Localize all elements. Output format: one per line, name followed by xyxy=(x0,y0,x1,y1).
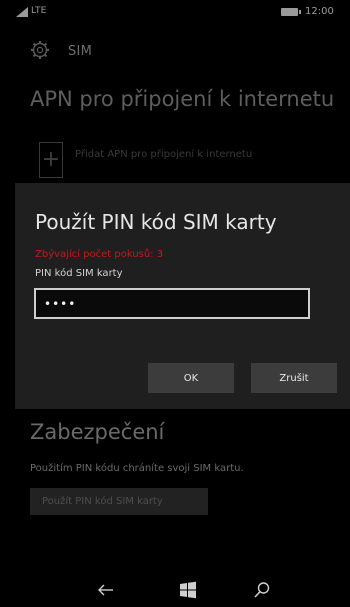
sim-pin-dialog: Použít PIN kód SIM karty Zbývající počet… xyxy=(15,183,350,409)
cancel-button[interactable]: Zrušit xyxy=(251,363,337,393)
navigation-bar xyxy=(0,567,350,607)
gear-icon xyxy=(31,41,49,59)
security-description: Použitím PIN kódu chráníte svoji SIM kar… xyxy=(30,463,244,474)
plus-icon: + xyxy=(39,142,63,178)
remaining-attempts-warning: Zbývající počet pokusů: 3 xyxy=(35,249,164,260)
page-title: SIM xyxy=(68,44,93,59)
signal-strength-icon xyxy=(16,7,28,17)
search-icon[interactable] xyxy=(253,581,271,599)
security-section-heading: Zabezpečení xyxy=(30,420,165,444)
use-sim-pin-button[interactable]: Použít PIN kód SIM karty xyxy=(30,488,208,515)
sim-settings-screen: LTE 12:00 SIM APN pro připojení k intern… xyxy=(0,0,350,607)
apn-section-heading: APN pro připojení k internetu xyxy=(30,87,335,111)
dialog-title: Použít PIN kód SIM karty xyxy=(35,210,277,234)
status-bar: LTE 12:00 xyxy=(0,0,350,24)
add-apn-button[interactable]: + Přidat APN pro připojení k internetu xyxy=(30,142,330,178)
battery-icon xyxy=(281,8,301,16)
pin-field-label: PIN kód SIM karty xyxy=(35,268,123,279)
pin-input[interactable] xyxy=(34,288,310,319)
back-arrow-icon[interactable] xyxy=(97,581,115,599)
windows-start-icon[interactable] xyxy=(179,581,197,599)
status-clock: 12:00 xyxy=(305,6,334,17)
network-type-label: LTE xyxy=(31,6,47,16)
ok-button[interactable]: OK xyxy=(148,363,234,393)
add-apn-label: Přidat APN pro připojení k internetu xyxy=(75,149,253,160)
